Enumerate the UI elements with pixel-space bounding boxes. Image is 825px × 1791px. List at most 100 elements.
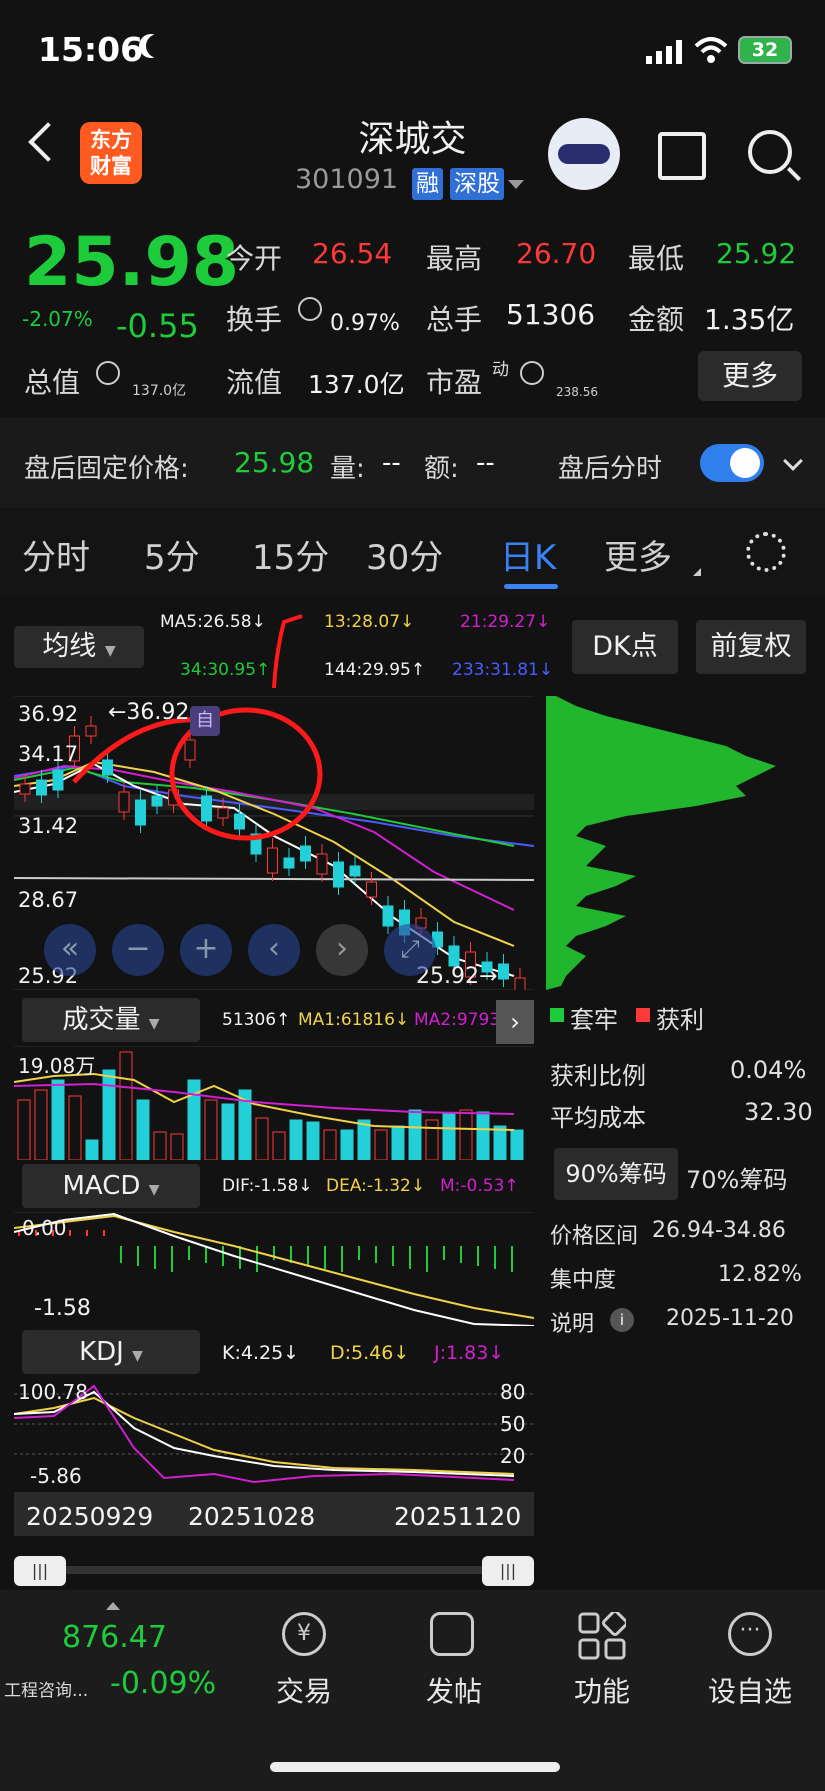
ma-selector[interactable]: 均线 ▼ bbox=[14, 626, 144, 668]
range-slider-left-handle[interactable]: ||| bbox=[14, 1556, 66, 1586]
amount-label: 金额 bbox=[628, 303, 685, 336]
candle bbox=[102, 759, 113, 776]
last-price: 25.98 bbox=[24, 223, 240, 302]
open-label: 今开 bbox=[226, 242, 283, 275]
macd-bar bbox=[86, 1230, 88, 1236]
volume-bar bbox=[272, 1131, 286, 1160]
macd-bar bbox=[205, 1246, 207, 1263]
amount-value: 1.35亿 bbox=[704, 303, 795, 336]
volume-bar bbox=[306, 1121, 320, 1160]
macd-bar bbox=[222, 1246, 224, 1266]
home-indicator[interactable] bbox=[270, 1762, 560, 1772]
zoom-out-icon[interactable]: − bbox=[112, 924, 164, 976]
range-slider-track[interactable] bbox=[14, 1566, 534, 1574]
tab-chips-90[interactable]: 90%筹码 bbox=[554, 1148, 678, 1200]
gear-icon[interactable] bbox=[746, 532, 786, 572]
high-label: 最高 bbox=[426, 242, 483, 275]
active-tab-indicator bbox=[504, 584, 558, 589]
chevron-down-icon[interactable] bbox=[508, 180, 524, 189]
volume-bar bbox=[255, 1117, 269, 1160]
range-slider-right-handle[interactable]: ||| bbox=[482, 1556, 534, 1586]
pe-value: 238.56 bbox=[556, 385, 598, 399]
date-start: 20250929 bbox=[26, 1502, 154, 1531]
tab-daily-k[interactable]: 日K bbox=[500, 530, 556, 579]
macd-bar bbox=[477, 1246, 479, 1266]
info-icon[interactable] bbox=[298, 297, 322, 321]
post-icon[interactable] bbox=[430, 1612, 474, 1656]
info-icon[interactable] bbox=[520, 361, 544, 385]
zoom-in-icon[interactable]: + bbox=[180, 924, 232, 976]
scroll-left-icon[interactable]: ‹ bbox=[248, 924, 300, 976]
tab-more[interactable]: 更多 bbox=[604, 530, 672, 579]
sector-index-value[interactable]: 876.47 bbox=[62, 1620, 167, 1655]
mktcap-label: 总值 bbox=[24, 366, 81, 399]
volume-bar bbox=[459, 1109, 473, 1160]
scroll-right-icon[interactable]: › bbox=[316, 924, 368, 976]
volume-bar bbox=[493, 1125, 507, 1160]
macd-selector[interactable]: MACD ▼ bbox=[22, 1164, 200, 1208]
volume-label: 总手 bbox=[426, 303, 483, 336]
avg-cost-value: 32.30 bbox=[744, 1098, 813, 1126]
sector-index-change[interactable]: -0.09% bbox=[110, 1666, 216, 1701]
macd-bar bbox=[392, 1246, 394, 1266]
kdj-axis-bottom: -5.86 bbox=[30, 1464, 82, 1488]
kdj-level-80: 80 bbox=[500, 1380, 526, 1404]
sector-name[interactable]: 工程咨询... bbox=[4, 1676, 88, 1701]
concentration-value: 12.82% bbox=[718, 1262, 802, 1287]
scroll-left-fast-icon[interactable]: « bbox=[44, 924, 96, 976]
status-time: 15:06 bbox=[38, 30, 144, 69]
volume-selector[interactable]: 成交量 ▼ bbox=[22, 998, 200, 1042]
post-button[interactable]: 发帖 bbox=[394, 1670, 514, 1710]
tab-chips-70[interactable]: 70%筹码 bbox=[686, 1160, 787, 1195]
dk-point-button[interactable]: DK点 bbox=[572, 620, 678, 674]
price-axis-top: 36.92 bbox=[18, 702, 79, 726]
trade-icon[interactable]: ¥ bbox=[282, 1612, 326, 1656]
self-select-marker[interactable]: 自 bbox=[190, 706, 220, 736]
expand-right-icon[interactable]: › bbox=[496, 1000, 534, 1044]
chevron-up-icon[interactable] bbox=[106, 1602, 120, 1610]
tab-30min[interactable]: 30分 bbox=[366, 530, 443, 579]
trapped-legend-swatch bbox=[550, 1008, 564, 1022]
volume-bar bbox=[408, 1109, 422, 1160]
share-icon[interactable] bbox=[658, 132, 706, 180]
chevron-down-icon[interactable] bbox=[783, 451, 803, 471]
ma-selector-label: 均线 bbox=[42, 631, 97, 662]
ma13-value: 13:28.07↓ bbox=[324, 612, 415, 632]
add-watchlist-button[interactable]: 设自选 bbox=[690, 1670, 810, 1710]
info-icon[interactable] bbox=[96, 361, 120, 385]
macd-bar bbox=[443, 1246, 445, 1260]
tab-15min[interactable]: 15分 bbox=[252, 530, 329, 579]
moon-icon bbox=[146, 34, 170, 58]
tab-5min[interactable]: 5分 bbox=[144, 530, 200, 579]
functions-icon[interactable] bbox=[578, 1610, 628, 1660]
macd-bar bbox=[375, 1246, 377, 1263]
kdj-selector[interactable]: KDJ ▼ bbox=[22, 1330, 200, 1374]
candle bbox=[382, 905, 394, 927]
change-pct: -2.07% bbox=[22, 307, 93, 331]
tab-timeshare[interactable]: 分时 bbox=[22, 530, 90, 579]
candle bbox=[498, 963, 509, 980]
after-hours-vol-label: 量: bbox=[330, 454, 365, 484]
functions-button[interactable]: 功能 bbox=[542, 1670, 662, 1710]
candle bbox=[217, 807, 229, 819]
fullscreen-icon[interactable]: ⤢ bbox=[384, 924, 436, 976]
assistant-robot-icon[interactable] bbox=[548, 118, 620, 190]
high-annotation: ←36.92 bbox=[108, 700, 190, 725]
search-icon[interactable] bbox=[748, 130, 792, 174]
kdj-k-line bbox=[14, 1390, 515, 1477]
trade-button[interactable]: 交易 bbox=[244, 1670, 364, 1710]
info-icon[interactable]: i bbox=[610, 1308, 634, 1332]
after-hours-toggle[interactable] bbox=[700, 444, 764, 482]
ma233-value: 233:31.81↓ bbox=[452, 660, 554, 680]
volume-bar bbox=[17, 1099, 31, 1160]
watchlist-icon[interactable]: ··· bbox=[728, 1612, 772, 1656]
signal-icon bbox=[646, 40, 686, 68]
float-label: 流值 bbox=[226, 366, 283, 399]
profit-ratio-value: 0.04% bbox=[730, 1056, 807, 1084]
more-button[interactable]: 更多 bbox=[698, 351, 802, 401]
candle bbox=[19, 783, 31, 795]
profit-legend-swatch bbox=[636, 1008, 650, 1022]
adjust-button[interactable]: 前复权 bbox=[696, 620, 806, 674]
market-tag[interactable]: 深股 bbox=[450, 168, 504, 200]
volume-bar bbox=[323, 1129, 337, 1160]
